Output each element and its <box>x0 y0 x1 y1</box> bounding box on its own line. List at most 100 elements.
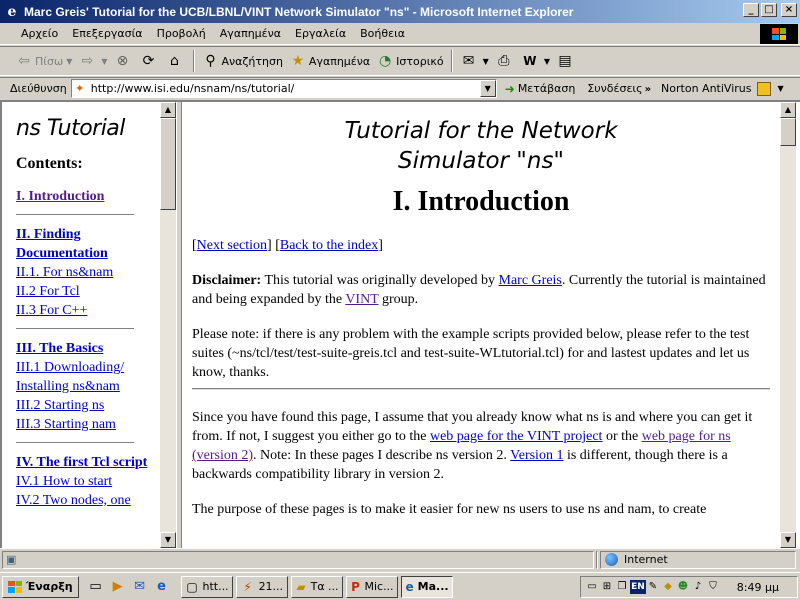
task-button-ie-active[interactable]: e Ma... <box>400 575 453 598</box>
go-button[interactable]: ➜ Μετάβαση <box>505 82 576 96</box>
toc-link-the-basics[interactable]: III. The Basics <box>16 339 160 358</box>
toc-link-two-nodes[interactable]: IV.2 Two nodes, one <box>16 491 160 510</box>
messenger-icon[interactable]: ☻ <box>676 580 690 594</box>
main-scroll-thumb[interactable] <box>780 118 796 146</box>
next-section-link[interactable]: Next section <box>197 238 267 253</box>
vint-project-link[interactable]: web page for the VINT project <box>430 429 602 444</box>
edit-button[interactable]: W ▼ <box>518 49 553 73</box>
address-label: Διεύθυνση <box>10 82 67 95</box>
task-label: htt... <box>202 580 229 593</box>
scroll-down-icon[interactable]: ▼ <box>780 532 796 548</box>
menu-view[interactable]: Προβολή <box>150 27 213 40</box>
copy-icon[interactable]: ❐ <box>615 580 629 594</box>
home-button[interactable]: ⌂ <box>163 49 189 73</box>
forward-dropdown-icon[interactable]: ▼ <box>101 57 107 66</box>
menu-edit[interactable]: Επεξεργασία <box>65 27 149 40</box>
mail-button[interactable]: ✉ ▼ <box>457 49 492 73</box>
window-controls: _ □ × <box>743 3 797 17</box>
stop-button[interactable]: ⊗ <box>111 49 137 73</box>
clock[interactable]: 8:49 μμ <box>737 581 779 594</box>
toc-link-introduction[interactable]: I. Introduction <box>16 187 160 206</box>
links-label: Συνδέσεις <box>587 82 643 95</box>
show-desktop-icon[interactable]: ▭ <box>87 578 105 596</box>
section-heading: I. Introduction <box>392 186 570 217</box>
version1-link[interactable]: Version 1 <box>510 448 563 463</box>
scroll-down-icon[interactable]: ▼ <box>160 532 176 548</box>
toc-link-how-to-start[interactable]: IV.1 How to start <box>16 472 160 491</box>
close-button[interactable]: × <box>781 3 797 17</box>
discuss-button[interactable]: ▤ <box>553 49 579 73</box>
ie-window-icon: e <box>405 579 414 594</box>
vint-link[interactable]: VINT <box>345 292 378 307</box>
mail-dropdown-icon[interactable]: ▼ <box>483 57 489 66</box>
toc-link-first-tcl-script[interactable]: IV. The first Tcl script <box>16 453 160 472</box>
home-icon: ⌂ <box>170 53 179 69</box>
language-indicator[interactable]: EN <box>630 580 646 594</box>
browser-window-icon: ▢ <box>186 579 198 594</box>
monitor-icon[interactable]: ▭ <box>585 580 599 594</box>
menu-tools[interactable]: Εργαλεία <box>288 27 353 40</box>
menu-file[interactable]: Αρχείο <box>14 27 65 40</box>
shield-icon[interactable]: ⛉ <box>706 580 720 594</box>
task-button-winamp[interactable]: ⚡ 21... <box>235 575 288 598</box>
toc-link-starting-ns[interactable]: III.2 Starting ns <box>16 396 160 415</box>
favorites-label: Αγαπημένα <box>308 54 371 68</box>
marc-greis-link[interactable]: Marc Greis <box>499 273 562 288</box>
task-button-browser[interactable]: ▢ htt... <box>180 575 233 598</box>
page-title-line1: Tutorial for the Network <box>344 118 618 144</box>
toc-frame: ns Tutorial Contents: I. Introduction II… <box>2 102 160 548</box>
toc-scroll-thumb[interactable] <box>160 118 176 210</box>
favorites-button[interactable]: ★ Αγαπημένα <box>286 49 373 73</box>
address-dropdown-icon[interactable]: ▼ <box>479 80 496 97</box>
history-button[interactable]: ◔ Ιστορικό <box>373 49 447 73</box>
outlook-icon[interactable]: ✉ <box>131 578 149 596</box>
norton-dropdown-icon[interactable]: ▼ <box>777 84 783 93</box>
favorites-star-icon: ★ <box>291 53 305 69</box>
scroll-up-icon[interactable]: ▲ <box>780 102 796 118</box>
menu-help[interactable]: Βοήθεια <box>353 27 412 40</box>
back-to-index-link[interactable]: Back to the index <box>280 238 378 253</box>
menu-bar: Αρχείο Επεξεργασία Προβολή Αγαπημένα Εργ… <box>0 23 800 45</box>
search-button[interactable]: ⚲ Αναζήτηση <box>199 49 286 73</box>
menu-favorites[interactable]: Αγαπημένα <box>213 27 288 40</box>
forward-button[interactable]: ⇨ ▼ <box>75 49 110 73</box>
print-button[interactable]: ⎙ <box>492 49 518 73</box>
toc-scrollbar[interactable]: ▲ ▼ <box>160 102 176 548</box>
toc-link-for-cpp[interactable]: II.3 For C++ <box>16 301 160 320</box>
search-icon: ⚲ <box>205 53 216 69</box>
pen-icon[interactable]: ✎ <box>646 580 660 594</box>
scroll-up-icon[interactable]: ▲ <box>160 102 176 118</box>
title-bar: e Marc Greis' Tutorial for the UCB/LBNL/… <box>0 0 800 23</box>
task-button-folder[interactable]: ▰ Τα ... <box>290 575 343 598</box>
back-dropdown-icon[interactable]: ▼ <box>66 57 72 66</box>
contents-heading: Contents: <box>16 155 83 172</box>
document-icon: ▤ <box>558 53 572 69</box>
toc-link-for-ns-nam[interactable]: II.1. For ns&nam <box>16 263 160 282</box>
media-player-icon[interactable]: ▶ <box>109 578 127 596</box>
start-button[interactable]: Έναρξη <box>2 575 79 598</box>
word-edit-icon: W <box>523 54 537 68</box>
refresh-button[interactable]: ⟳ <box>137 49 163 73</box>
toc-link-finding-documentation[interactable]: II. Finding Documentation <box>16 225 160 263</box>
norton-label: Norton AntiVirus <box>661 82 752 95</box>
maximize-button[interactable]: □ <box>761 3 777 17</box>
back-button[interactable]: ⇦ Πίσω ▼ <box>12 49 75 73</box>
address-url[interactable]: http://www.isi.edu/nsnam/ns/tutorial/ <box>88 82 295 95</box>
internet-explorer-icon[interactable]: e <box>153 578 171 596</box>
edit-dropdown-icon[interactable]: ▼ <box>544 57 550 66</box>
minimize-button[interactable]: _ <box>743 3 759 17</box>
main-scrollbar[interactable]: ▲ ▼ <box>780 102 796 548</box>
standard-toolbar: ⇦ Πίσω ▼ ⇨ ▼ ⊗ ⟳ ⌂ ⚲ Αναζήτηση ★ Αγαπημέ… <box>0 46 800 76</box>
address-input[interactable]: ✦ http://www.isi.edu/nsnam/ns/tutorial/ … <box>70 79 497 98</box>
toc-link-starting-nam[interactable]: III.3 Starting nam <box>16 415 160 434</box>
antivirus-tray-icon[interactable]: ◆ <box>661 580 675 594</box>
purpose-paragraph: The purpose of these pages is to make it… <box>192 502 707 517</box>
toc-link-for-tcl[interactable]: II.2 For Tcl <box>16 282 160 301</box>
go-label: Μετάβαση <box>517 82 576 95</box>
norton-antivirus-toolbar[interactable]: Norton AntiVirus ▼ <box>661 81 784 96</box>
volume-icon[interactable]: ♪ <box>691 580 705 594</box>
network-icon[interactable]: ⊞ <box>600 580 614 594</box>
links-button[interactable]: Συνδέσεις» <box>587 82 651 95</box>
task-button-powerpoint[interactable]: P Mic... <box>345 575 398 598</box>
toc-link-downloading[interactable]: III.1 Downloading/ Installing ns&nam <box>16 358 160 396</box>
